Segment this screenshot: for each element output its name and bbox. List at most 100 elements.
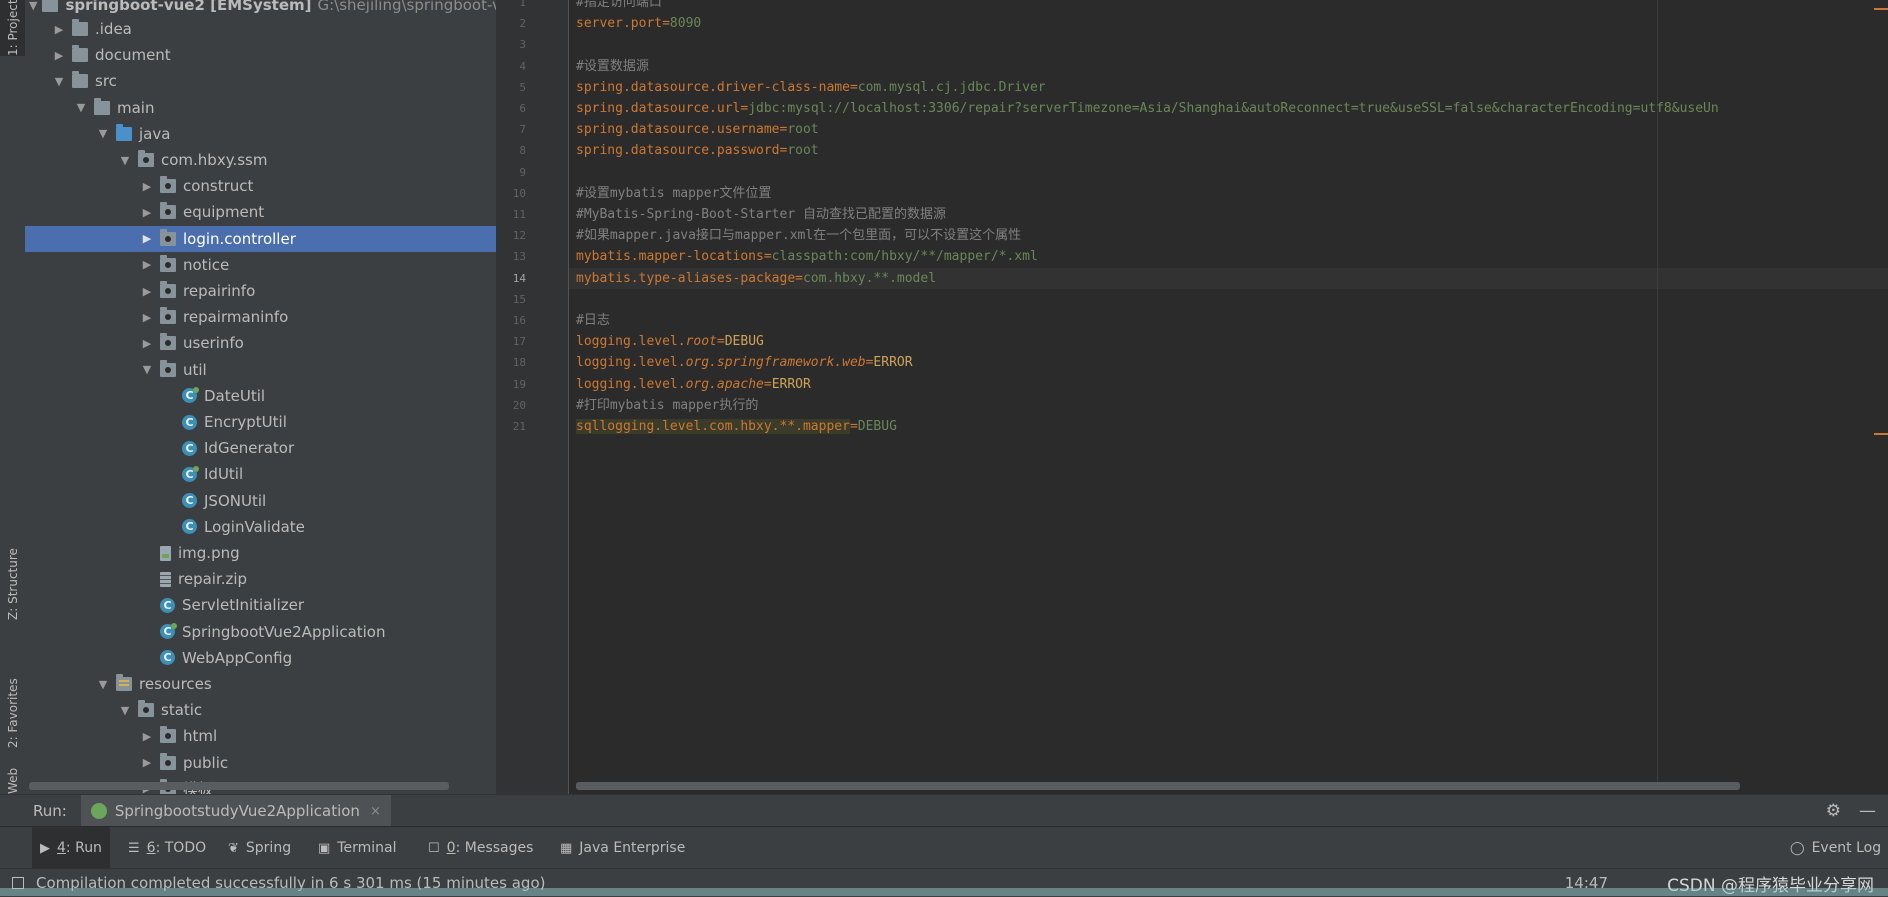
line-number: 14: [512, 271, 526, 285]
code-line[interactable]: spring.datasource.url=jdbc:mysql://local…: [576, 98, 1719, 119]
tree-item[interactable]: ▼ resources: [25, 671, 496, 697]
tree-item[interactable]: ▶ .idea: [25, 16, 496, 42]
image-file-icon: [160, 545, 171, 561]
chevron-right-icon[interactable]: ▶: [51, 49, 67, 62]
editor-hscrollbar[interactable]: [576, 782, 1740, 790]
chevron-right-icon[interactable]: ▶: [139, 337, 155, 350]
chevron-down-icon[interactable]: ▼: [139, 363, 155, 376]
tab-run-label: : Run: [65, 840, 102, 856]
tree-item[interactable]: ▶ equipment: [25, 199, 496, 225]
tab-favorites[interactable]: 2: Favorites: [0, 648, 25, 748]
code-line[interactable]: #日志: [576, 310, 610, 331]
tab-project-label: 1: Project: [5, 0, 20, 56]
project-hscrollbar[interactable]: [29, 782, 449, 790]
code-line[interactable]: mybatis.mapper-locations=classpath:com/h…: [576, 246, 1038, 267]
chevron-down-icon[interactable]: ▼: [73, 101, 89, 114]
code-line[interactable]: #设置mybatis mapper文件位置: [576, 183, 771, 204]
chevron-down-icon[interactable]: ▼: [95, 678, 111, 691]
tree-item[interactable]: ▶ document: [25, 42, 496, 68]
tree-item[interactable]: C LoginValidate: [25, 514, 496, 540]
tree-item[interactable]: C IdUtil: [25, 461, 496, 487]
code-token: =: [849, 419, 858, 434]
chevron-right-icon[interactable]: ▶: [51, 23, 67, 36]
event-log-icon: ◯: [1790, 840, 1805, 856]
tree-item[interactable]: ▼ static: [25, 697, 496, 723]
tree-item-label: LoginValidate: [204, 517, 305, 536]
chevron-right-icon[interactable]: ▶: [139, 258, 155, 271]
code-line[interactable]: logging.level.root=DEBUG: [576, 331, 764, 352]
code-line[interactable]: #指定访问端口: [576, 0, 662, 13]
code-line[interactable]: mybatis.type-aliases-package=com.hbxy.**…: [576, 268, 936, 289]
tree-item[interactable]: ▼ java: [25, 121, 496, 147]
chevron-right-icon[interactable]: ▶: [139, 285, 155, 298]
code-line[interactable]: spring.datasource.driver-class-name=com.…: [576, 77, 1046, 98]
tab-structure[interactable]: Z: Structure: [0, 520, 25, 620]
tree-item[interactable]: C JSONUtil: [25, 488, 496, 514]
code-line[interactable]: sqllogging.level.com.hbxy.**.mapper=DEBU…: [576, 416, 897, 437]
tree-item[interactable]: C IdGenerator: [25, 435, 496, 461]
tree-item[interactable]: ▶ html: [25, 723, 496, 749]
close-icon[interactable]: ×: [370, 804, 381, 819]
tree-item[interactable]: ▼ util: [25, 357, 496, 383]
tree-item[interactable]: img.png: [25, 540, 496, 566]
tree-item[interactable]: repair.zip: [25, 566, 496, 592]
code-line[interactable]: logging.level.org.springframework.web=ER…: [576, 352, 913, 373]
tab-terminal[interactable]: ▣ Terminal: [318, 827, 396, 869]
tree-item[interactable]: ▶ public: [25, 750, 496, 776]
tree-item[interactable]: C WebAppConfig: [25, 645, 496, 671]
chevron-right-icon[interactable]: ▶: [139, 180, 155, 193]
chevron-down-icon[interactable]: ▼: [117, 704, 133, 717]
tree-item[interactable]: ▶ repairinfo: [25, 278, 496, 304]
minimize-icon[interactable]: —: [1859, 801, 1876, 821]
code-editor[interactable]: 1 2 3 4 5 6 7 8 9 10 11 12 13 14 15 16 17 18 19 20 21 #指定访问端…: [496, 0, 1888, 794]
tab-messages[interactable]: ☐ 0: Messages: [428, 827, 533, 869]
tree-item[interactable]: ▶ login.controller: [25, 225, 496, 252]
tab-event-log[interactable]: ◯ Event Log: [1790, 827, 1881, 869]
chevron-right-icon[interactable]: ▶: [139, 756, 155, 769]
tree-item-label: .idea: [95, 20, 132, 38]
tree-item[interactable]: ▼ com.hbxy.ssm: [25, 147, 496, 173]
tree-item[interactable]: C DateUtil: [25, 383, 496, 409]
tree-item[interactable]: C SpringbootVue2Application: [25, 619, 496, 645]
tree-item[interactable]: ▶ repairmaninfo: [25, 304, 496, 330]
tab-event-log-label: Event Log: [1811, 840, 1882, 856]
chevron-right-icon[interactable]: ▶: [139, 232, 155, 245]
tab-todo[interactable]: ☰ 6: TODO: [128, 827, 206, 869]
tab-spring[interactable]: ❦ Spring: [228, 827, 291, 869]
tab-java-enterprise[interactable]: ▦ Java Enterprise: [560, 827, 685, 869]
tab-run[interactable]: ▶ 4: Run: [32, 827, 110, 869]
source-folder-icon: [116, 123, 132, 141]
tree-item[interactable]: ▶ notice: [25, 252, 496, 278]
code-line[interactable]: #设置数据源: [576, 56, 649, 77]
tab-web-label: Web: [5, 767, 20, 794]
tree-item[interactable]: C ServletInitializer: [25, 592, 496, 618]
tree-item[interactable]: ▶ userinfo: [25, 330, 496, 356]
chevron-down-icon[interactable]: ▼: [117, 154, 133, 167]
code-line[interactable]: spring.datasource.password=root: [576, 140, 819, 161]
tree-item[interactable]: ▼ main: [25, 95, 496, 121]
code-line[interactable]: #打印mybatis mapper执行的: [576, 395, 758, 416]
code-line[interactable]: server.port=8090: [576, 13, 701, 34]
gear-icon[interactable]: ⚙: [1826, 801, 1841, 821]
tree-item[interactable]: ▼ src: [25, 68, 496, 94]
tab-project[interactable]: 1: Project: [0, 0, 25, 56]
chevron-right-icon[interactable]: ▶: [139, 730, 155, 743]
code-line[interactable]: spring.datasource.username=root: [576, 119, 819, 140]
chevron-down-icon[interactable]: ▼: [51, 75, 67, 88]
tree-item[interactable]: ▶ construct: [25, 173, 496, 199]
chevron-right-icon[interactable]: ▶: [139, 311, 155, 324]
tab-web[interactable]: Web: [0, 764, 25, 794]
tree-item[interactable]: C EncryptUtil: [25, 409, 496, 435]
chevron-down-icon[interactable]: ▼: [29, 0, 37, 12]
run-config-tab[interactable]: SpringbootstudyVue2Application ×: [80, 795, 391, 827]
error-stripe-marker[interactable]: [1874, 433, 1888, 435]
chevron-right-icon[interactable]: ▶: [139, 206, 155, 219]
error-stripe-marker[interactable]: [1874, 8, 1888, 10]
chevron-down-icon[interactable]: ▼: [95, 127, 111, 140]
code-token: root: [685, 334, 717, 350]
code-line[interactable]: #MyBatis-Spring-Boot-Starter 自动查找已配置的数据源: [576, 204, 946, 225]
code-line[interactable]: logging.level.org.apache=ERROR: [576, 374, 811, 395]
package-icon: [160, 176, 176, 194]
code-token: ERROR: [771, 376, 811, 392]
code-line[interactable]: #如果mapper.java接口与mapper.xml在一个包里面，可以不设置这…: [576, 225, 1021, 246]
